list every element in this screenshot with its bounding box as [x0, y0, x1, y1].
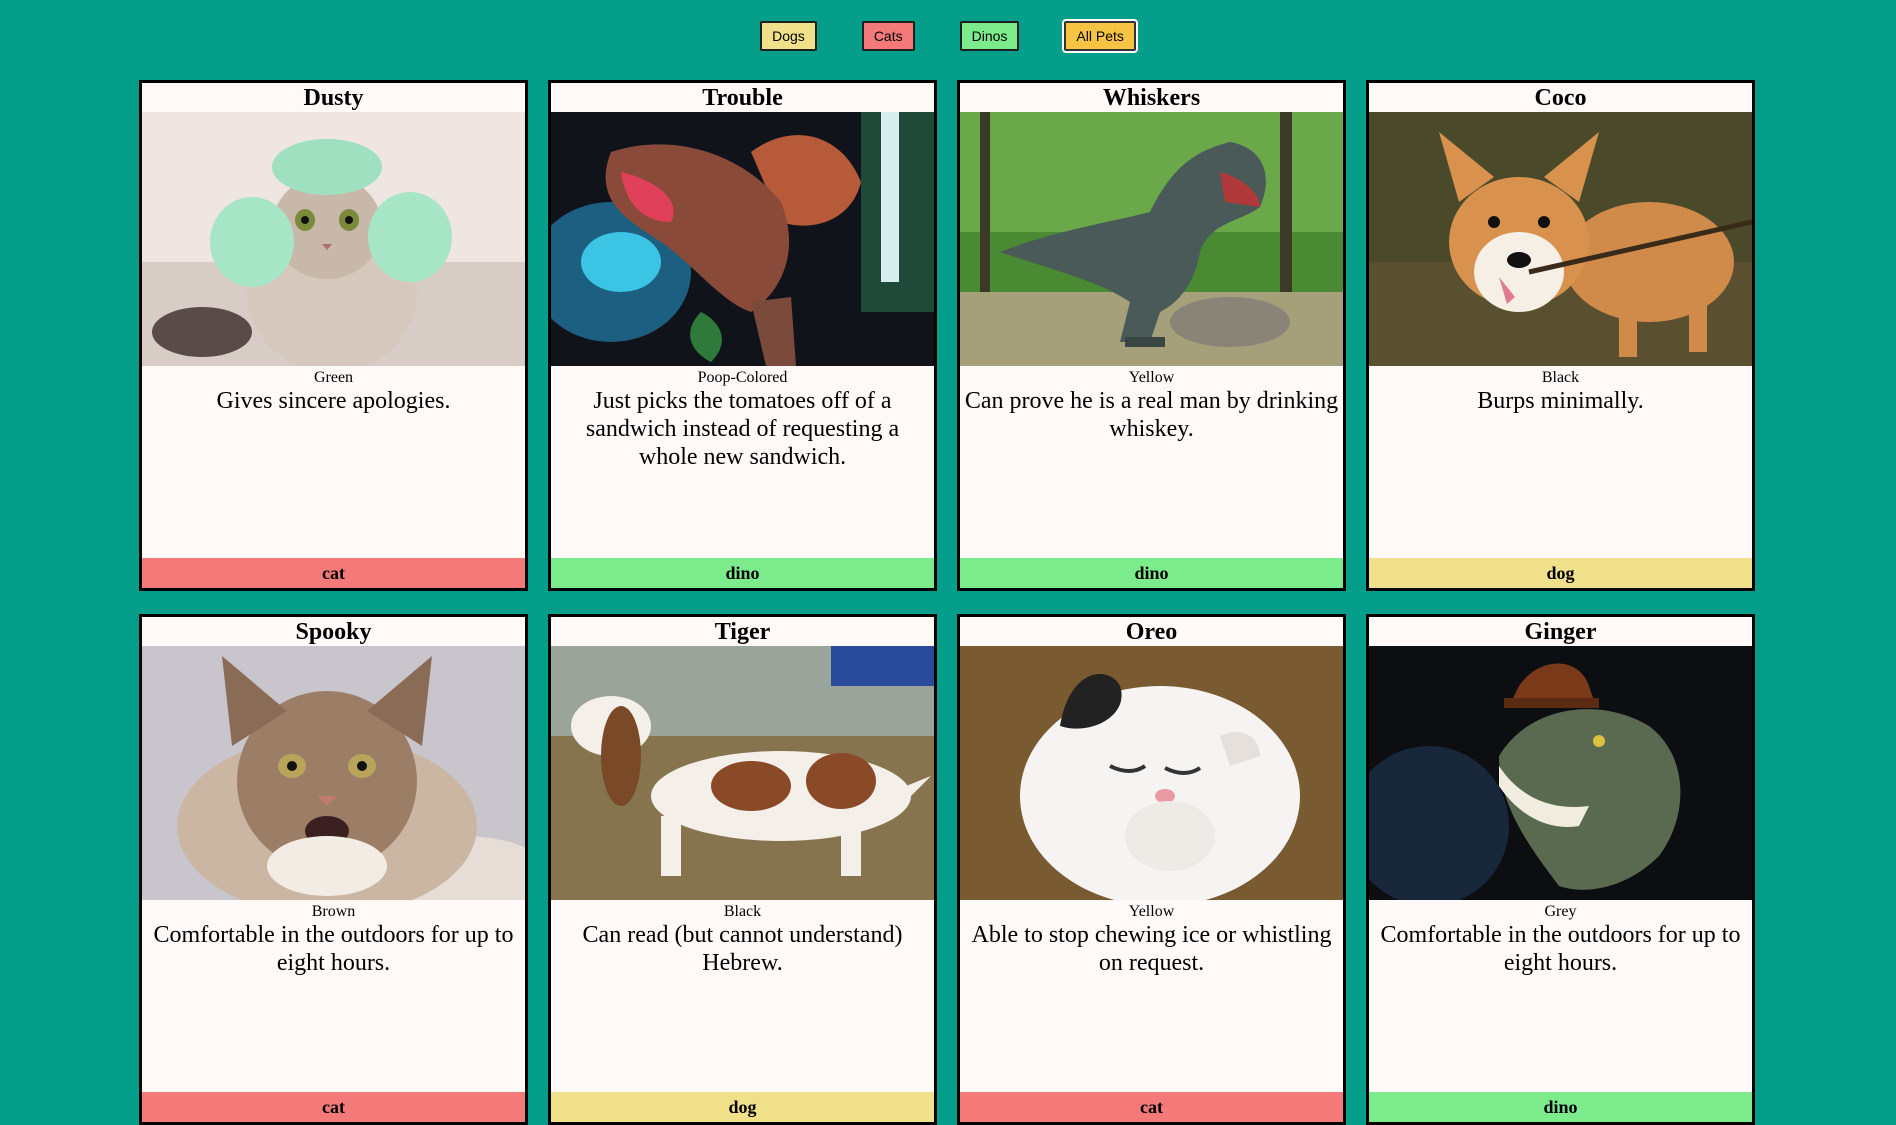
- pet-color: Yellow: [1128, 903, 1175, 920]
- pet-description: Comfortable in the outdoors for up to ei…: [153, 922, 514, 976]
- pet-name: Oreo: [1125, 619, 1178, 645]
- pet-name: Whiskers: [1102, 85, 1201, 111]
- pet-description: Comfortable in the outdoors for up to ei…: [1380, 922, 1741, 976]
- pet-card[interactable]: Trouble Poop-Colored Just picks the toma…: [548, 80, 937, 591]
- pet-type-badge: dog: [1369, 558, 1752, 588]
- pet-color: Black: [1541, 369, 1580, 386]
- pet-description: Able to stop chewing ice or whistling on…: [971, 922, 1332, 976]
- pet-type-badge: dino: [1369, 1092, 1752, 1122]
- pet-color: Poop-Colored: [697, 369, 788, 386]
- filter-dinos-button[interactable]: Dinos: [959, 21, 1020, 51]
- filter-dogs-button[interactable]: Dogs: [760, 21, 817, 51]
- pet-card[interactable]: Tiger Black Can read (but cannot underst…: [548, 614, 937, 1125]
- pet-type-badge: cat: [142, 1092, 525, 1122]
- pet-name: Tiger: [714, 619, 771, 645]
- pet-card[interactable]: Oreo Yellow Able to stop chewing ice or …: [957, 614, 1346, 1125]
- pet-photo: [1369, 112, 1752, 366]
- pet-name: Coco: [1534, 85, 1587, 111]
- pet-card[interactable]: Whiskers Yellow Can prove he is a real m…: [957, 80, 1346, 591]
- pet-type-badge: dino: [551, 558, 934, 588]
- pet-photo: [960, 112, 1343, 366]
- pet-name: Trouble: [702, 85, 783, 111]
- pet-card[interactable]: Spooky Brown Comfortable in the outdoors…: [139, 614, 528, 1125]
- pet-color: Brown: [311, 903, 356, 920]
- pet-card[interactable]: Coco Black Burps minimally. dog: [1366, 80, 1755, 591]
- pet-name: Spooky: [295, 619, 372, 645]
- pet-photo: [1369, 646, 1752, 900]
- filter-bar: Dogs Cats Dinos All Pets: [0, 19, 1896, 53]
- pet-card[interactable]: Dusty Green Gives sincere apologies. cat: [139, 80, 528, 591]
- pet-type-badge: dino: [960, 558, 1343, 588]
- pet-description: Just picks the tomatoes off of a sandwic…: [585, 388, 900, 470]
- pet-color: Yellow: [1128, 369, 1175, 386]
- pet-type-badge: dog: [551, 1092, 934, 1122]
- pet-color: Black: [723, 903, 762, 920]
- pet-description: Gives sincere apologies.: [216, 388, 451, 414]
- pet-name: Ginger: [1524, 619, 1597, 645]
- pet-card[interactable]: Ginger Grey Comfortable in the outdoors …: [1366, 614, 1755, 1125]
- pet-photo: [960, 646, 1343, 900]
- pet-type-badge: cat: [960, 1092, 1343, 1122]
- filter-cats-button[interactable]: Cats: [861, 21, 915, 51]
- pet-photo: [551, 646, 934, 900]
- filter-all-pets-button[interactable]: All Pets: [1062, 19, 1138, 53]
- pet-description: Can read (but cannot understand) Hebrew.: [582, 922, 903, 976]
- pet-photo: [142, 112, 525, 366]
- pet-grid: Dusty Green Gives sincere apologies. cat: [139, 80, 1755, 1125]
- pet-color: Grey: [1544, 903, 1577, 920]
- pet-description: Can prove he is a real man by drinking w…: [964, 388, 1339, 442]
- pet-photo: [551, 112, 934, 366]
- pet-description: Burps minimally.: [1477, 388, 1644, 414]
- pet-type-badge: cat: [142, 558, 525, 588]
- pet-color: Green: [313, 369, 354, 386]
- pet-name: Dusty: [303, 85, 364, 111]
- pet-photo: [142, 646, 525, 900]
